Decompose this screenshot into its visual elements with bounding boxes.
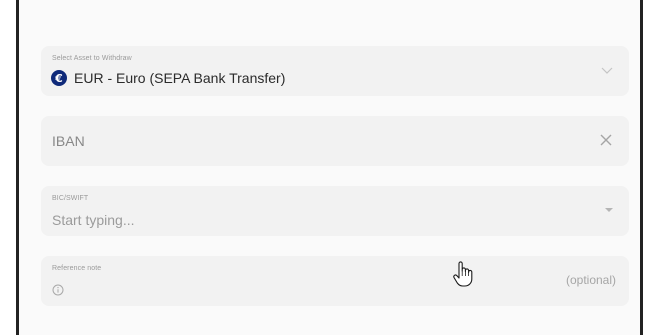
hand-pointer-cursor-icon bbox=[453, 261, 473, 287]
iban-field[interactable]: IBAN bbox=[41, 116, 629, 166]
bic-swift-placeholder: Start typing... bbox=[52, 212, 135, 228]
asset-select-label: Select Asset to Withdraw bbox=[52, 55, 132, 62]
optional-hint: (optional) bbox=[565, 273, 616, 287]
iban-value: IBAN bbox=[52, 133, 85, 149]
asset-selected-row: € EUR - Euro (SEPA Bank Transfer) bbox=[51, 70, 285, 86]
info-icon[interactable] bbox=[52, 284, 64, 296]
asset-selected-value: EUR - Euro (SEPA Bank Transfer) bbox=[74, 70, 286, 86]
bic-swift-label: BIC/SWIFT bbox=[52, 195, 89, 202]
bic-swift-field[interactable]: BIC/SWIFT Start typing... bbox=[41, 186, 629, 236]
reference-note-label: Reference note bbox=[52, 265, 102, 272]
close-icon[interactable] bbox=[599, 133, 613, 147]
dropdown-arrow-icon[interactable] bbox=[605, 208, 613, 212]
reference-note-field[interactable]: Reference note (optional) bbox=[41, 256, 629, 306]
panel-right-border bbox=[640, 0, 643, 335]
chevron-down-icon[interactable] bbox=[599, 62, 615, 78]
panel-left-border bbox=[16, 0, 19, 335]
euro-icon: € bbox=[51, 70, 67, 86]
asset-select[interactable]: Select Asset to Withdraw € EUR - Euro (S… bbox=[41, 46, 629, 96]
